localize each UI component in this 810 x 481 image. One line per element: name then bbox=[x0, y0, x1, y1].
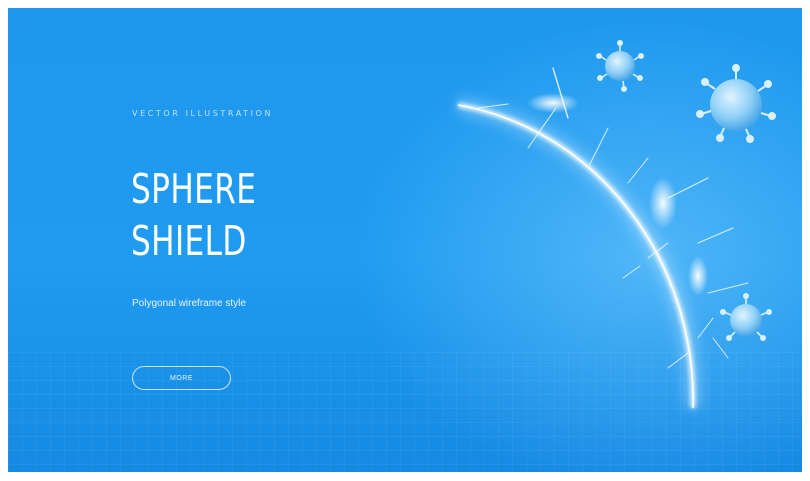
virus-icon bbox=[595, 39, 644, 92]
title-line-1: SPHERE bbox=[131, 165, 257, 213]
page-title: SPHERE SHIELD bbox=[131, 163, 256, 267]
more-button-label: MORE bbox=[170, 374, 193, 382]
virus-icon bbox=[696, 64, 776, 143]
eyebrow-label: VECTOR ILLUSTRATION bbox=[132, 109, 274, 118]
subtitle: Polygonal wireframe style bbox=[132, 298, 246, 309]
virus-icon bbox=[719, 292, 772, 342]
title-line-2: SHIELD bbox=[131, 217, 247, 265]
sphere-shield-illustration bbox=[456, 39, 776, 409]
hero-banner: VECTOR ILLUSTRATION SPHERE SHIELD Polygo… bbox=[8, 8, 802, 472]
more-button[interactable]: MORE bbox=[132, 366, 231, 390]
